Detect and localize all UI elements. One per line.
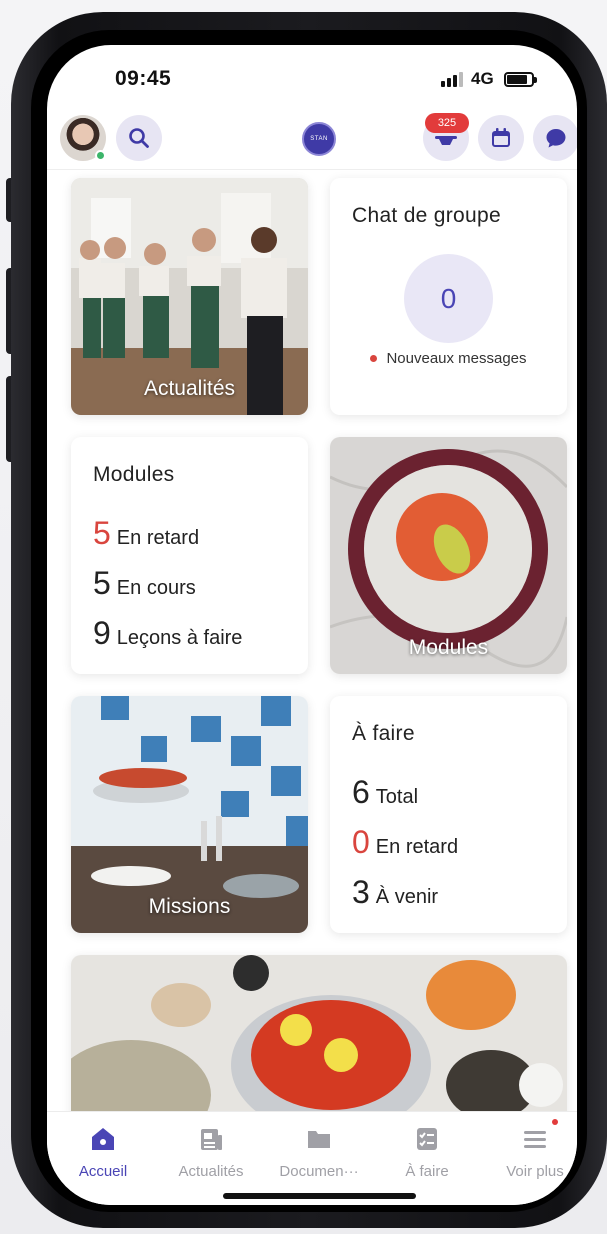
modules-late-label: En retard xyxy=(116,527,200,549)
notification-badge: 325 xyxy=(425,113,469,133)
missions-card-caption: Missions xyxy=(148,895,231,918)
modules-in-progress-value: 5 xyxy=(93,565,111,601)
nav-item-documents[interactable]: Documen··· xyxy=(265,1126,373,1180)
chat-bubble-icon xyxy=(546,129,566,148)
nav-item-more[interactable]: Voir plus xyxy=(481,1126,577,1180)
online-indicator xyxy=(95,150,106,161)
calendar-icon xyxy=(492,128,510,147)
modules-in-progress-label: En cours xyxy=(116,577,196,599)
todo-late-value: 0 xyxy=(352,824,370,860)
news-card-caption: Actualités xyxy=(143,377,236,400)
modules-card[interactable]: Modules xyxy=(330,437,567,674)
todo-upcoming-row: 3 À venir xyxy=(352,876,438,909)
todo-total-value: 6 xyxy=(352,774,370,810)
status-icons: 4G xyxy=(441,69,537,89)
app-screen: 09:45 4G STAN 325 Actualités Chat de gro… xyxy=(47,45,577,1205)
modules-late-value: 5 xyxy=(93,515,111,551)
nav-item-label: Accueil xyxy=(78,1163,128,1180)
todo-stats-card[interactable]: À faire 6 Total 0 En retard 3 À venir xyxy=(330,696,567,933)
group-chat-card[interactable]: Chat de groupe 0 Nouveaux messages xyxy=(330,178,567,415)
nav-item-label: Actualités xyxy=(178,1163,244,1180)
search-icon xyxy=(129,128,149,148)
page-background: 09:45 4G STAN 325 Actualités Chat de gro… xyxy=(0,0,607,1234)
folder-icon xyxy=(308,1131,330,1148)
modules-in-progress-row: 5 En cours xyxy=(93,567,196,600)
battery-icon xyxy=(503,71,537,87)
new-messages-label: Nouveaux messages xyxy=(386,350,527,367)
nav-item-todo[interactable]: À faire xyxy=(373,1126,481,1180)
network-type: 4G xyxy=(471,69,494,88)
nav-item-label: Voir plus xyxy=(506,1163,564,1180)
bottom-nav: Accueil Actualités Documen··· À faire Vo… xyxy=(47,1111,577,1205)
messages-button[interactable] xyxy=(533,115,577,161)
nav-item-label: Documen··· xyxy=(279,1163,359,1180)
todo-late-row: 0 En retard xyxy=(352,826,458,859)
home-indicator[interactable] xyxy=(223,1193,416,1199)
red-dot-icon xyxy=(370,355,378,362)
checklist-icon xyxy=(417,1128,437,1150)
header-divider xyxy=(47,169,577,170)
avatar[interactable] xyxy=(60,115,106,161)
more-notification-dot xyxy=(552,1119,558,1125)
todo-upcoming-label: À venir xyxy=(375,886,439,908)
search-button[interactable] xyxy=(116,115,162,161)
modules-stats-title: Modules xyxy=(93,463,175,486)
group-chat-title: Chat de groupe xyxy=(352,204,501,227)
todo-stats-title: À faire xyxy=(352,722,415,745)
unread-count: 0 xyxy=(404,254,493,343)
modules-lessons-row: 9 Leçons à faire xyxy=(93,617,242,650)
logo-text: STAN xyxy=(310,136,328,142)
new-messages-note: Nouveaux messages xyxy=(330,350,567,367)
seafood-photo xyxy=(71,955,567,1125)
modules-card-caption: Modules xyxy=(408,636,489,659)
seafood-banner-card[interactable] xyxy=(71,955,567,1125)
modules-lessons-value: 9 xyxy=(93,615,111,651)
newspaper-icon xyxy=(201,1129,222,1150)
signal-icon xyxy=(441,71,463,87)
nav-item-label: À faire xyxy=(405,1163,449,1180)
todo-total-row: 6 Total xyxy=(352,776,418,809)
modules-lessons-label: Leçons à faire xyxy=(116,627,243,649)
todo-total-label: Total xyxy=(375,786,419,808)
todo-upcoming-value: 3 xyxy=(352,874,370,910)
nav-item-news[interactable]: Actualités xyxy=(157,1126,265,1180)
company-logo: STAN xyxy=(302,122,336,156)
missions-card[interactable]: Missions xyxy=(71,696,308,933)
calendar-button[interactable] xyxy=(478,115,524,161)
todo-late-label: En retard xyxy=(375,836,459,858)
modules-late-row: 5 En retard xyxy=(93,517,199,550)
news-card[interactable]: Actualités xyxy=(71,178,308,415)
status-time: 09:45 xyxy=(115,67,172,90)
nav-item-home[interactable]: Accueil xyxy=(49,1126,157,1180)
menu-icon xyxy=(524,1131,546,1148)
home-icon xyxy=(92,1128,114,1150)
modules-stats-card[interactable]: Modules 5 En retard 5 En cours 9 Leçons … xyxy=(71,437,308,674)
